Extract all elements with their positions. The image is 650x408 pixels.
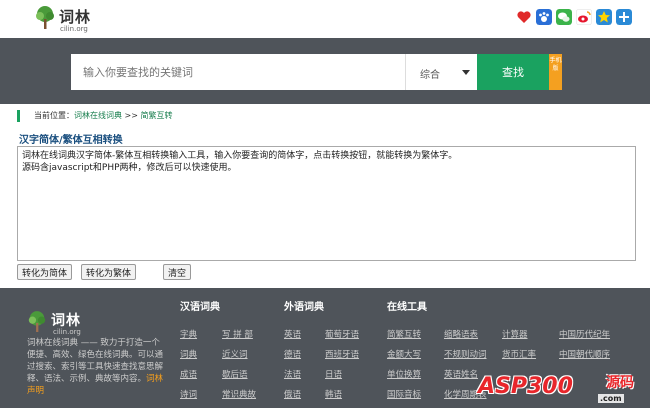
- search-band: 综合 查找 手机版: [0, 38, 650, 104]
- breadcrumb-prefix: 当前位置：: [34, 111, 74, 120]
- converter-textarea[interactable]: [17, 146, 636, 261]
- tree-logo-icon: [28, 311, 46, 332]
- footer-logo-domain: cilin.org: [53, 328, 81, 336]
- search-box: [71, 54, 406, 90]
- footer-link[interactable]: 德语: [284, 348, 301, 360]
- footer-description-text: 词林在线词典 —— 致力于打造一个便捷、高效、绿色在线词典。可以通过搜索、索引等…: [27, 338, 164, 384]
- footer-link[interactable]: 国际音标: [387, 388, 421, 400]
- footer-link[interactable]: 货币汇率: [502, 348, 536, 360]
- footer-link[interactable]: 中国朝代顺序: [559, 348, 610, 360]
- footer-link[interactable]: 写 拼 部: [222, 328, 253, 340]
- footer-link[interactable]: 英语: [284, 328, 301, 340]
- footer-link[interactable]: 中国历代纪年: [559, 328, 610, 340]
- watermark: ASP300 源码 .com: [478, 372, 650, 408]
- search-type-select[interactable]: 综合: [405, 54, 477, 90]
- mobile-version-tag[interactable]: 手机版: [549, 54, 562, 90]
- to-simplified-button[interactable]: 转化为简体: [17, 264, 73, 280]
- footer-logo-name: 词林: [51, 313, 81, 329]
- watermark-suffix: 源码: [606, 375, 634, 391]
- footer-link[interactable]: 日语: [325, 368, 342, 380]
- site-header: 词林 cilin.org: [0, 0, 650, 38]
- watermark-domain: .com: [598, 394, 624, 403]
- to-traditional-button[interactable]: 转化为繁体: [81, 264, 137, 280]
- footer-link[interactable]: 诗词: [180, 388, 197, 400]
- converter-title: 汉字简体/繁体互相转换: [19, 135, 123, 146]
- footer-link[interactable]: 常识典故: [222, 388, 256, 400]
- plus-icon[interactable]: [616, 9, 632, 25]
- search-input[interactable]: [71, 54, 406, 90]
- footer-link[interactable]: 缩略语表: [444, 328, 478, 340]
- footer-link[interactable]: 葡萄牙语: [325, 328, 359, 340]
- search-button[interactable]: 查找: [477, 54, 549, 90]
- footer-col-chinese-title: 汉语词典: [180, 302, 220, 313]
- footer-link[interactable]: 词典: [180, 348, 197, 360]
- footer-description: 词林在线词典 —— 致力于打造一个便捷、高效、绿色在线词典。可以通过搜索、索引等…: [27, 337, 167, 397]
- breadcrumb-current-link[interactable]: 简繁互转: [141, 111, 173, 120]
- footer-col-foreign-title: 外语词典: [284, 302, 324, 313]
- search-type-value: 综合: [420, 70, 440, 81]
- footer-link[interactable]: 简繁互转: [387, 328, 421, 340]
- footer-link[interactable]: 字典: [180, 328, 197, 340]
- tree-logo-icon: [36, 6, 54, 29]
- footer-link[interactable]: 金额大写: [387, 348, 421, 360]
- watermark-brand: ASP300: [478, 374, 573, 399]
- star-icon[interactable]: [596, 9, 612, 25]
- footer-link[interactable]: 计算器: [502, 328, 528, 340]
- breadcrumb: 当前位置：词林在线词典 >> 简繁互转: [17, 110, 173, 122]
- breadcrumb-separator: >>: [122, 111, 141, 120]
- caret-down-icon: [462, 70, 470, 75]
- footer-col-tools-title: 在线工具: [387, 302, 427, 313]
- breadcrumb-home-link[interactable]: 词林在线词典: [74, 111, 122, 120]
- logo-name: 词林: [59, 8, 92, 26]
- footer-link[interactable]: 法语: [284, 368, 301, 380]
- footer-link[interactable]: 不规则动词: [444, 348, 487, 360]
- logo-domain: cilin.org: [60, 25, 88, 33]
- weibo-icon[interactable]: [576, 9, 592, 25]
- footer-link[interactable]: 英语姓名: [444, 368, 478, 380]
- footer-link[interactable]: 近义词: [222, 348, 248, 360]
- clear-button[interactable]: 清空: [163, 264, 192, 280]
- heart-icon[interactable]: [516, 9, 532, 25]
- footer-link[interactable]: 西班牙语: [325, 348, 359, 360]
- footer-link[interactable]: 歇后语: [222, 368, 248, 380]
- site-logo[interactable]: 词林 cilin.org: [34, 5, 104, 35]
- wechat-icon[interactable]: [556, 9, 572, 25]
- footer-link[interactable]: 成语: [180, 368, 197, 380]
- footer-link[interactable]: 韩语: [325, 388, 342, 400]
- footer-link[interactable]: 俄语: [284, 388, 301, 400]
- footer-link[interactable]: 单位换算: [387, 368, 421, 380]
- paw-icon[interactable]: [536, 9, 552, 25]
